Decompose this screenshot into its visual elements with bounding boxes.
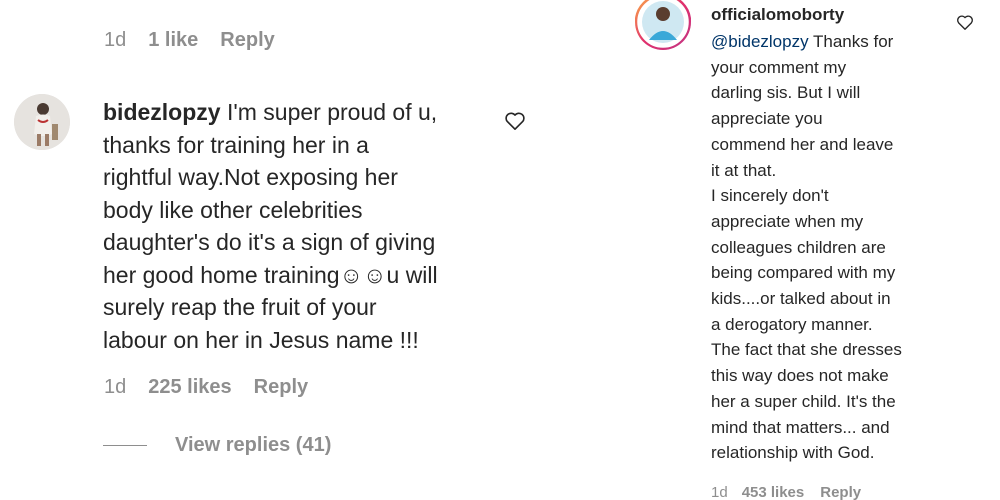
reply-line: it at that. <box>711 160 777 180</box>
heart-icon[interactable] <box>956 14 974 36</box>
bidezlopzy-avatar-image <box>14 94 70 150</box>
reply-line: a derogatory manner. <box>711 314 873 334</box>
comment-line: body like other celebrities <box>103 196 363 223</box>
reply-line: mind that matters... and <box>711 417 890 437</box>
reply-line: colleagues children are <box>711 237 886 257</box>
avatar[interactable] <box>14 94 70 150</box>
view-replies-label: View replies (41) <box>175 434 332 456</box>
likes-count-link[interactable]: 1 like <box>148 29 198 52</box>
comment-time: 1d <box>104 29 127 51</box>
reply-line: Thanks for <box>808 32 894 51</box>
reply-line: appreciate you <box>711 109 823 129</box>
reply-username[interactable]: officialomoborty <box>711 5 844 25</box>
reply-line: darling sis. But I will <box>711 83 861 103</box>
comment-line: rightful way.Not exposing her <box>103 164 398 190</box>
previous-comment-meta: 1d 1 like Reply <box>104 29 275 52</box>
mention-link[interactable]: @bidezlopzy <box>711 32 809 51</box>
heart-icon[interactable] <box>504 111 526 136</box>
reply-line: kids....or talked about in <box>711 289 891 309</box>
comment-line: daughter's do it's a sign of giving <box>103 229 436 255</box>
comment-line: her good home training☺☺u will <box>103 261 438 288</box>
comment-username[interactable]: bidezlopzy <box>103 99 221 125</box>
reply-line: appreciate when my <box>711 211 864 231</box>
likes-count-link[interactable]: 225 likes <box>148 376 231 399</box>
divider-line <box>103 445 147 446</box>
reply-text: @bidezlopzy Thanks for your comment my d… <box>711 29 951 466</box>
left-comment-panel: 1d 1 like Reply bidezlopzy I'm super pro… <box>0 0 600 500</box>
reply-line: your comment my <box>711 57 847 77</box>
comment-meta: 1d 225 likes Reply <box>104 376 308 399</box>
reply-comment-meta: 1d 453 likes Reply <box>711 484 861 500</box>
reply-line: this way does not make <box>711 366 889 386</box>
reply-line: I sincerely don't <box>711 186 829 206</box>
reply-line: relationship with God. <box>711 443 875 463</box>
comment-time: 1d <box>711 484 728 500</box>
reply-line: her a super child. It's the <box>711 391 896 411</box>
comment-line: thanks for training her in a <box>103 131 369 158</box>
comment-line: surely reap the fruit of your <box>103 294 377 320</box>
comment-line: I'm super proud of u, <box>226 99 438 125</box>
reply-button[interactable]: Reply <box>254 376 308 399</box>
view-replies-button[interactable]: View replies (41) <box>103 434 331 457</box>
comment-time: 1d <box>104 376 127 398</box>
reply-button[interactable]: Reply <box>220 29 274 52</box>
reply-line: The fact that she dresses <box>711 340 902 360</box>
comment-text: bidezlopzy I'm super proud of u, thanks … <box>103 96 438 356</box>
avatar[interactable] <box>635 0 691 50</box>
likes-count-link[interactable]: 453 likes <box>742 484 805 500</box>
reply-line: being compared with my <box>711 263 896 283</box>
reply-line: commend her and leave <box>711 134 894 154</box>
officialomoborty-avatar-image <box>635 0 691 50</box>
right-comment-panel: officialomoborty @bidezlopzy Thanks for … <box>600 0 1000 500</box>
comment-line: labour on her in Jesus name !!! <box>103 326 419 353</box>
reply-button[interactable]: Reply <box>820 484 861 500</box>
